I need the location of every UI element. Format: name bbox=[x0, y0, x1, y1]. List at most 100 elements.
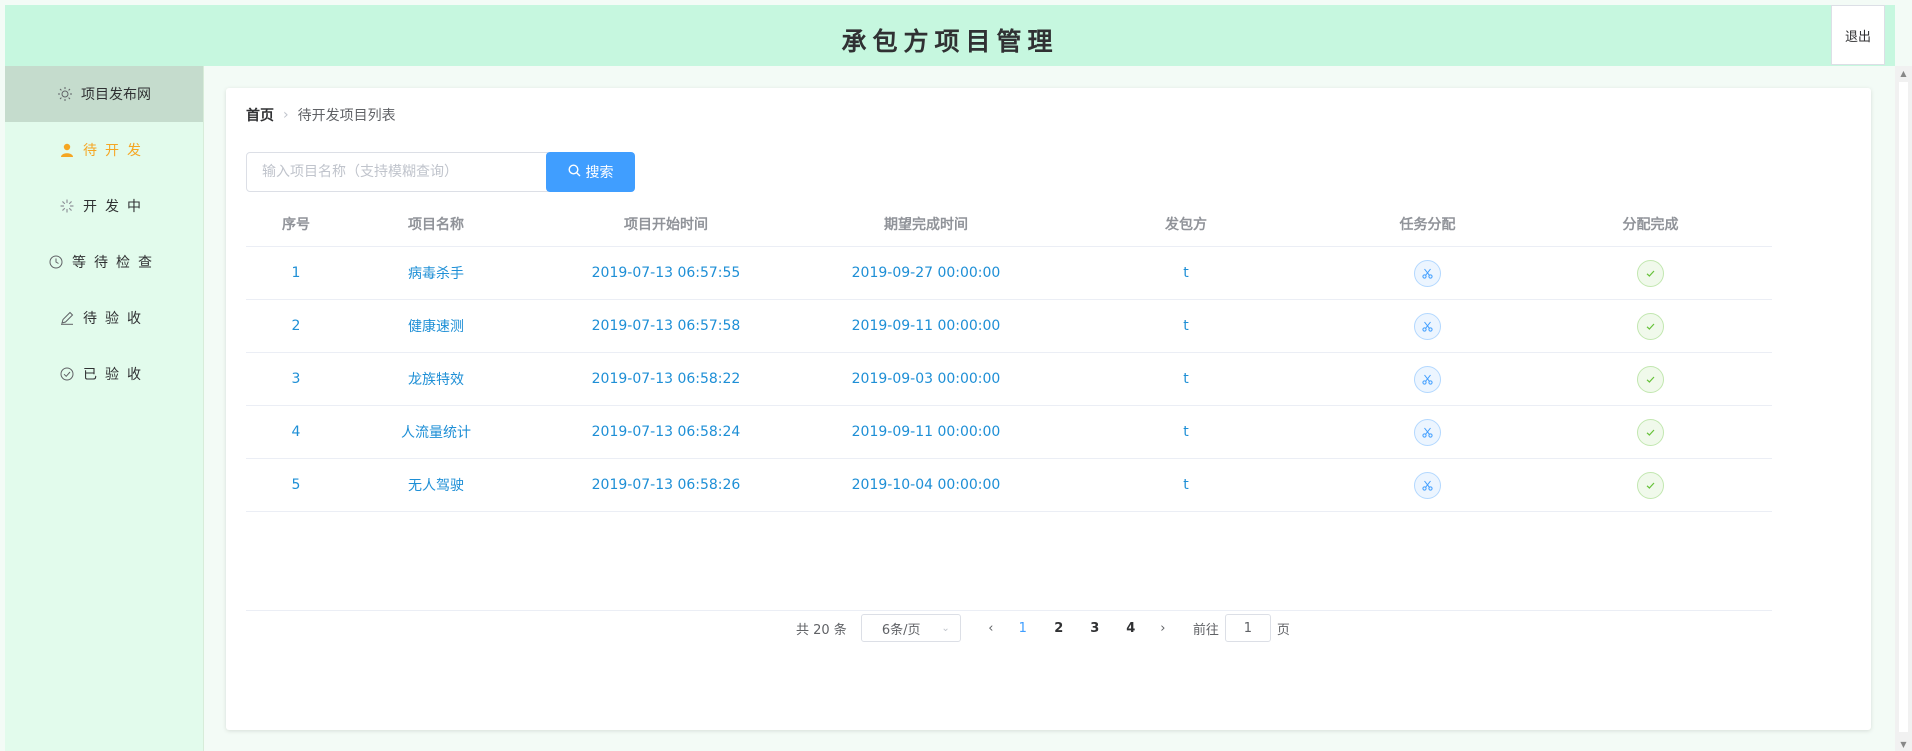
page-number[interactable]: 4 bbox=[1113, 621, 1149, 636]
cell-no: 2 bbox=[291, 318, 301, 334]
scroll-up-arrow-icon[interactable]: ▲ bbox=[1895, 66, 1912, 80]
scroll-thumb[interactable] bbox=[1899, 82, 1908, 732]
cell-start-time: 2019-07-13 06:58:22 bbox=[591, 371, 741, 387]
scissors-icon bbox=[1422, 427, 1433, 438]
cell-name[interactable]: 病毒杀手 bbox=[346, 263, 526, 283]
sidebar-item-label: 待开发 bbox=[83, 143, 149, 159]
cell-assign-done bbox=[1529, 365, 1772, 393]
cell-assign bbox=[1326, 312, 1529, 340]
sidebar-item-label: 等待检查 bbox=[72, 255, 160, 271]
scissors-icon bbox=[1422, 374, 1433, 385]
logout-button[interactable]: 退出 bbox=[1831, 5, 1885, 65]
page-size-select[interactable]: 6条/页 ⌄ bbox=[860, 614, 961, 642]
edit-icon bbox=[59, 310, 75, 326]
column-header-no: 序号 bbox=[282, 216, 310, 233]
pagination: 共 20 条 6条/页 ⌄ ‹ 1 2 3 4 › 前往 页 bbox=[796, 613, 1290, 643]
cell-no: 1 bbox=[291, 265, 301, 281]
column-header-expected: 期望完成时间 bbox=[884, 216, 968, 233]
cell-no: 5 bbox=[291, 477, 301, 493]
cell-assign-done bbox=[1529, 418, 1772, 446]
chevron-right-icon: › bbox=[283, 107, 289, 123]
sidebar-item-awaiting-acceptance[interactable]: 待验收 bbox=[5, 290, 203, 346]
check-icon bbox=[1646, 323, 1655, 330]
column-header-assign: 任务分配 bbox=[1399, 216, 1456, 233]
page-number[interactable]: 3 bbox=[1077, 621, 1113, 636]
page-scrollbar[interactable]: ▲ ▼ bbox=[1895, 66, 1912, 751]
column-header-client: 发包方 bbox=[1165, 216, 1207, 233]
cell-assign bbox=[1326, 471, 1529, 499]
cell-no: 4 bbox=[291, 424, 301, 440]
assign-task-button[interactable] bbox=[1414, 365, 1441, 393]
table-header-row: 序号 项目名称 项目开始时间 期望完成时间 发包方 任务分配 分配完成 bbox=[246, 201, 1772, 247]
app-title: 承包方项目管理 bbox=[841, 27, 1059, 56]
header-bar: 承包方项目管理 bbox=[5, 5, 1895, 66]
table-bottom-divider bbox=[246, 610, 1772, 611]
cell-assign bbox=[1326, 365, 1529, 393]
sidebar-item-label: 已验收 bbox=[83, 367, 149, 383]
page-size-value: 6条/页 bbox=[881, 622, 921, 638]
cell-name[interactable]: 人流量统计 bbox=[346, 422, 526, 442]
cell-name[interactable]: 健康速测 bbox=[346, 316, 526, 336]
cell-assign bbox=[1326, 259, 1529, 287]
scroll-down-arrow-icon[interactable]: ▼ bbox=[1895, 737, 1912, 751]
assign-task-button[interactable] bbox=[1414, 312, 1441, 340]
user-icon bbox=[59, 142, 75, 158]
column-header-name: 项目名称 bbox=[408, 216, 464, 233]
pagination-total: 共 20 条 bbox=[796, 622, 847, 638]
cell-no: 3 bbox=[291, 371, 301, 387]
breadcrumb-current: 待开发项目列表 bbox=[297, 108, 396, 124]
sidebar-item-to-develop[interactable]: 待开发 bbox=[5, 122, 203, 178]
main-card: 首页 › 待开发项目列表 搜索 序号 项目名称 项目开始时间 期望完成时间 发包… bbox=[226, 88, 1871, 730]
assign-task-button[interactable] bbox=[1414, 418, 1441, 446]
cell-name[interactable]: 龙族特效 bbox=[346, 369, 526, 389]
project-search-input[interactable] bbox=[246, 152, 548, 192]
cell-expected-time: 2019-10-04 00:00:00 bbox=[851, 477, 1001, 493]
jump-suffix: 页 bbox=[1276, 622, 1290, 638]
sidebar-item-accepted[interactable]: 已验收 bbox=[5, 346, 203, 402]
assign-complete-button[interactable] bbox=[1637, 312, 1664, 340]
breadcrumb-home[interactable]: 首页 bbox=[246, 105, 274, 125]
next-page-icon[interactable]: › bbox=[1149, 621, 1177, 636]
chevron-down-icon: ⌄ bbox=[941, 622, 950, 634]
assign-complete-button[interactable] bbox=[1637, 471, 1664, 499]
cell-client: t bbox=[1183, 424, 1189, 440]
cell-start-time: 2019-07-13 06:58:24 bbox=[591, 424, 741, 440]
cell-start-time: 2019-07-13 06:57:55 bbox=[591, 265, 741, 281]
jump-prefix: 前往 bbox=[1192, 622, 1219, 638]
assign-task-button[interactable] bbox=[1414, 471, 1441, 499]
cell-expected-time: 2019-09-11 00:00:00 bbox=[851, 424, 1001, 440]
sidebar-item-project-publish[interactable]: 项目发布网 bbox=[5, 66, 203, 122]
table-row: 5 无人驾驶 2019-07-13 06:58:26 2019-10-04 00… bbox=[246, 459, 1772, 512]
cell-client: t bbox=[1183, 318, 1189, 334]
check-icon bbox=[1646, 482, 1655, 489]
cell-name[interactable]: 无人驾驶 bbox=[346, 475, 526, 495]
page-number[interactable]: 2 bbox=[1041, 621, 1077, 636]
assign-task-button[interactable] bbox=[1414, 259, 1441, 287]
page-number[interactable]: 1 bbox=[1005, 621, 1041, 636]
search-button[interactable]: 搜索 bbox=[546, 152, 635, 192]
sidebar-item-label: 待验收 bbox=[83, 311, 149, 327]
assign-complete-button[interactable] bbox=[1637, 365, 1664, 393]
sidebar-item-awaiting-check[interactable]: 等待检查 bbox=[5, 234, 203, 290]
cell-assign bbox=[1326, 418, 1529, 446]
assign-complete-button[interactable] bbox=[1637, 259, 1664, 287]
check-icon bbox=[1646, 270, 1655, 277]
assign-complete-button[interactable] bbox=[1637, 418, 1664, 446]
search-icon bbox=[567, 164, 581, 180]
page-jump-input[interactable] bbox=[1224, 614, 1271, 642]
cell-expected-time: 2019-09-27 00:00:00 bbox=[851, 265, 1001, 281]
sidebar-item-label: 项目发布网 bbox=[81, 87, 151, 103]
prev-page-icon[interactable]: ‹ bbox=[977, 621, 1005, 636]
cell-expected-time: 2019-09-03 00:00:00 bbox=[851, 371, 1001, 387]
cell-assign-done bbox=[1529, 312, 1772, 340]
search-button-label: 搜索 bbox=[585, 164, 614, 180]
table-row: 3 龙族特效 2019-07-13 06:58:22 2019-09-03 00… bbox=[246, 353, 1772, 406]
cell-start-time: 2019-07-13 06:58:26 bbox=[591, 477, 741, 493]
sidebar-item-developing[interactable]: 开发中 bbox=[5, 178, 203, 234]
scissors-icon bbox=[1422, 268, 1433, 279]
cell-assign-done bbox=[1529, 471, 1772, 499]
sidebar-item-label: 开发中 bbox=[83, 199, 149, 215]
table-row: 1 病毒杀手 2019-07-13 06:57:55 2019-09-27 00… bbox=[246, 247, 1772, 300]
project-table: 序号 项目名称 项目开始时间 期望完成时间 发包方 任务分配 分配完成 1 病毒… bbox=[246, 201, 1772, 512]
cell-expected-time: 2019-09-11 00:00:00 bbox=[851, 318, 1001, 334]
